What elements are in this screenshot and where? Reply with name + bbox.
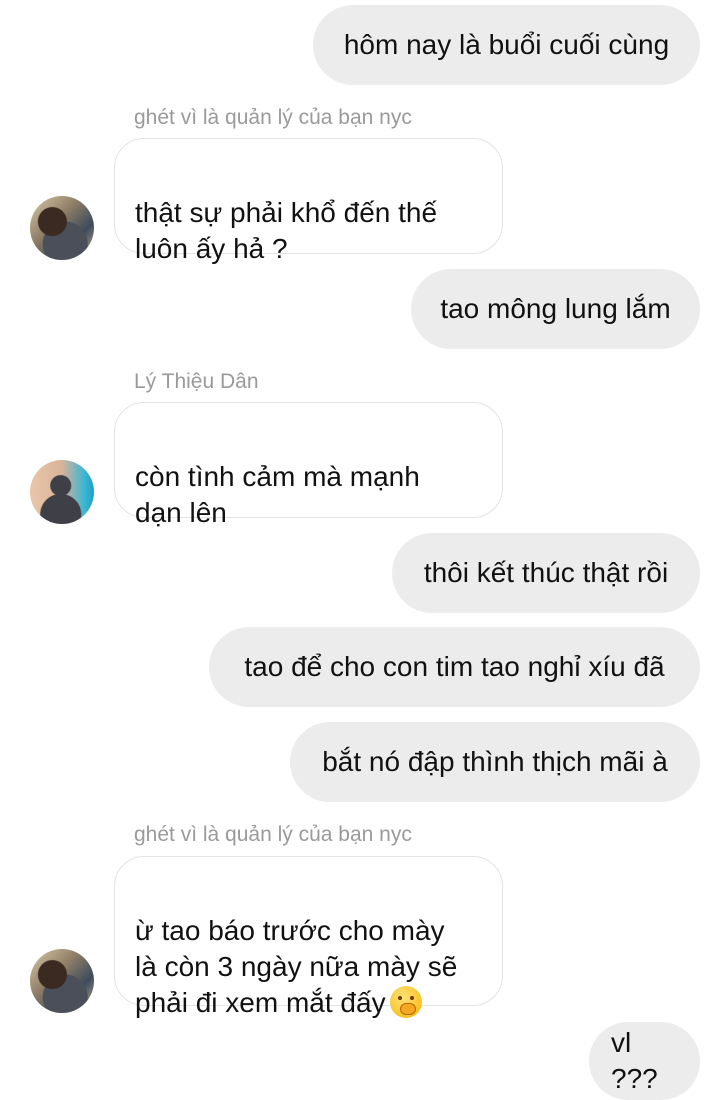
outgoing-message[interactable]: bắt nó đập thình thịch mãi à <box>290 722 700 802</box>
message-text: tao để cho con tim tao nghỉ xíu đã <box>244 651 665 682</box>
outgoing-message[interactable]: vl ??? <box>589 1022 700 1100</box>
incoming-message[interactable]: ừ tao báo trước cho mày là còn 3 ngày nữ… <box>114 856 503 1018</box>
sender-avatar[interactable] <box>30 460 94 524</box>
outgoing-message[interactable]: tao mông lung lắm <box>411 269 700 349</box>
message-text: hôm nay là buổi cuối cùng <box>343 29 670 60</box>
incoming-message[interactable]: thật sự phải khổ đến thế luôn ấy hả ? <box>114 138 503 264</box>
message-text: thôi kết thúc thật rồi <box>423 557 669 588</box>
sender-name: ghét vì là quản lý của bạn nyc <box>134 823 412 846</box>
sender-name: Lý Thiệu Dân <box>134 370 259 393</box>
incoming-message[interactable]: còn tình cảm mà mạnh dạn lên <box>114 402 503 528</box>
hand-over-mouth-emoji <box>389 986 422 1018</box>
message-text: còn tình cảm mà mạnh dạn lên <box>135 461 420 528</box>
message-text: bắt nó đập thình thịch mãi à <box>322 746 668 777</box>
message-text: tao mông lung lắm <box>440 293 671 324</box>
sender-avatar[interactable] <box>30 196 94 260</box>
message-text: thật sự phải khổ đến thế luôn ấy hả ? <box>135 197 438 264</box>
message-text: vl ??? <box>611 1027 658 1094</box>
sender-name: ghét vì là quản lý của bạn nyc <box>134 106 412 129</box>
outgoing-message[interactable]: tao để cho con tim tao nghỉ xíu đã <box>209 627 700 707</box>
sender-avatar[interactable] <box>30 949 94 1013</box>
outgoing-message[interactable]: hôm nay là buổi cuối cùng <box>313 5 700 85</box>
outgoing-message[interactable]: thôi kết thúc thật rồi <box>392 533 700 613</box>
